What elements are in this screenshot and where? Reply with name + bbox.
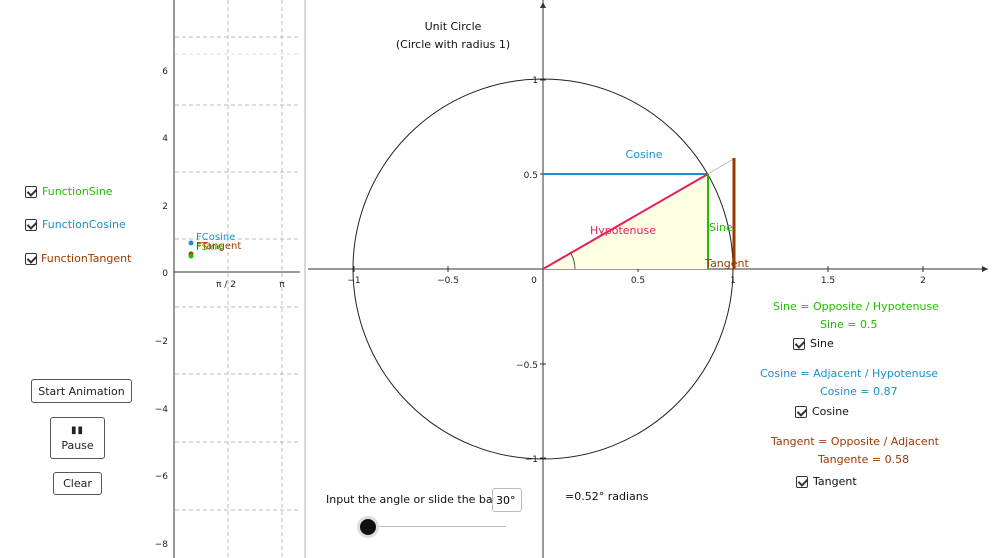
chart-subtitle: (Circle with radius 1) [396,38,510,51]
sine-formula: Sine = Opposite / Hypotenuse [773,300,939,313]
pause-button[interactable]: ▮▮ Pause [50,417,105,459]
pause-icon: ▮▮ [70,424,84,436]
small-y-tick-6: 6 [162,67,168,77]
small-y-tick-neg2: −2 [155,337,168,347]
x-axis-arrow-icon [982,266,988,272]
main-y-tick-neg05: −0.5 [516,361,538,371]
pause-label: Pause [61,438,94,452]
small-y-tick-0: 0 [162,269,168,279]
unit-circle-graph-view[interactable]: −1 −0.5 0 0.5 1 1.5 2 1 0.5 −0.5 −1 Unit… [308,0,992,558]
main-x-tick-15: 1.5 [821,276,835,286]
small-y-tick-neg4: −4 [155,405,169,415]
function-cosine-label: FunctionCosine [42,218,126,231]
function-sine-label: FunctionSine [42,185,113,198]
main-y-tick-1: 1 [532,76,538,86]
small-x-tick-pi: π [279,280,285,290]
small-grid [175,0,300,558]
radians-readout: =0.52° radians [565,490,649,503]
start-animation-label: Start Animation [38,384,125,398]
main-x-tick-2: 2 [920,276,926,286]
small-y-tick-2: 2 [162,202,168,212]
sine-checkbox[interactable] [793,338,805,350]
angle-input[interactable] [492,488,522,512]
angle-slider[interactable] [360,517,507,537]
cosine-formula: Cosine = Adjacent / Hypotenuse [760,367,939,380]
start-animation-button[interactable]: Start Animation [31,379,132,403]
cosine-label: Cosine [626,148,663,161]
small-x-tick-half-pi: π / 2 [216,280,236,290]
clear-button[interactable]: Clear [53,472,102,495]
fcosine-point[interactable] [188,240,194,246]
main-x-tick-05: 0.5 [631,276,645,286]
hypotenuse-label: Hypotenuse [590,224,656,237]
hypotenuse-extension [707,157,736,175]
function-graph-view[interactable]: 6 4 2 0 −2 −4 −6 −8 π / 2 π FCosine FSin… [150,0,310,558]
fsine-point[interactable] [188,253,194,259]
y-axis-arrow-icon [540,2,546,8]
main-x-tick-0: 0 [531,276,537,286]
sine-label: Sine [709,221,733,234]
slider-track [368,526,506,527]
small-y-tick-4: 4 [162,134,168,144]
cosine-checkbox-label: Cosine [812,405,849,418]
tangent-checkbox-label: Tangent [813,475,857,488]
tangent-checkbox[interactable] [796,476,808,488]
clear-label: Clear [63,477,92,490]
tangent-formula: Tangent = Opposite / Adjacent [771,435,939,448]
ftangent-label: FTangent [196,241,241,252]
angle-input-label: Input the angle or slide the bar: [326,493,501,506]
tangent-label: Tangent [704,257,749,270]
main-y-tick-05: 0.5 [524,171,538,181]
small-y-tick-neg8: −8 [155,540,169,550]
function-tangent-label: FunctionTangent [41,252,132,265]
function-sine-checkbox[interactable] [25,186,37,198]
sine-value: Sine = 0.5 [820,318,878,331]
sine-checkbox-label: Sine [810,337,834,350]
cosine-checkbox[interactable] [795,406,807,418]
cosine-value: Cosine = 0.87 [820,385,898,398]
tangent-value: Tangente = 0.58 [818,453,910,466]
slider-knob[interactable] [360,519,376,535]
main-x-tick-neg05: −0.5 [437,276,459,286]
geogebra-applet: FunctionSine FunctionCosine FunctionTang… [0,0,992,558]
function-cosine-checkbox[interactable] [25,219,37,231]
chart-title: Unit Circle [425,20,482,33]
main-y-tick-neg1: −1 [525,455,538,465]
small-y-tick-neg6: −6 [155,472,169,482]
function-tangent-checkbox[interactable] [25,253,37,265]
